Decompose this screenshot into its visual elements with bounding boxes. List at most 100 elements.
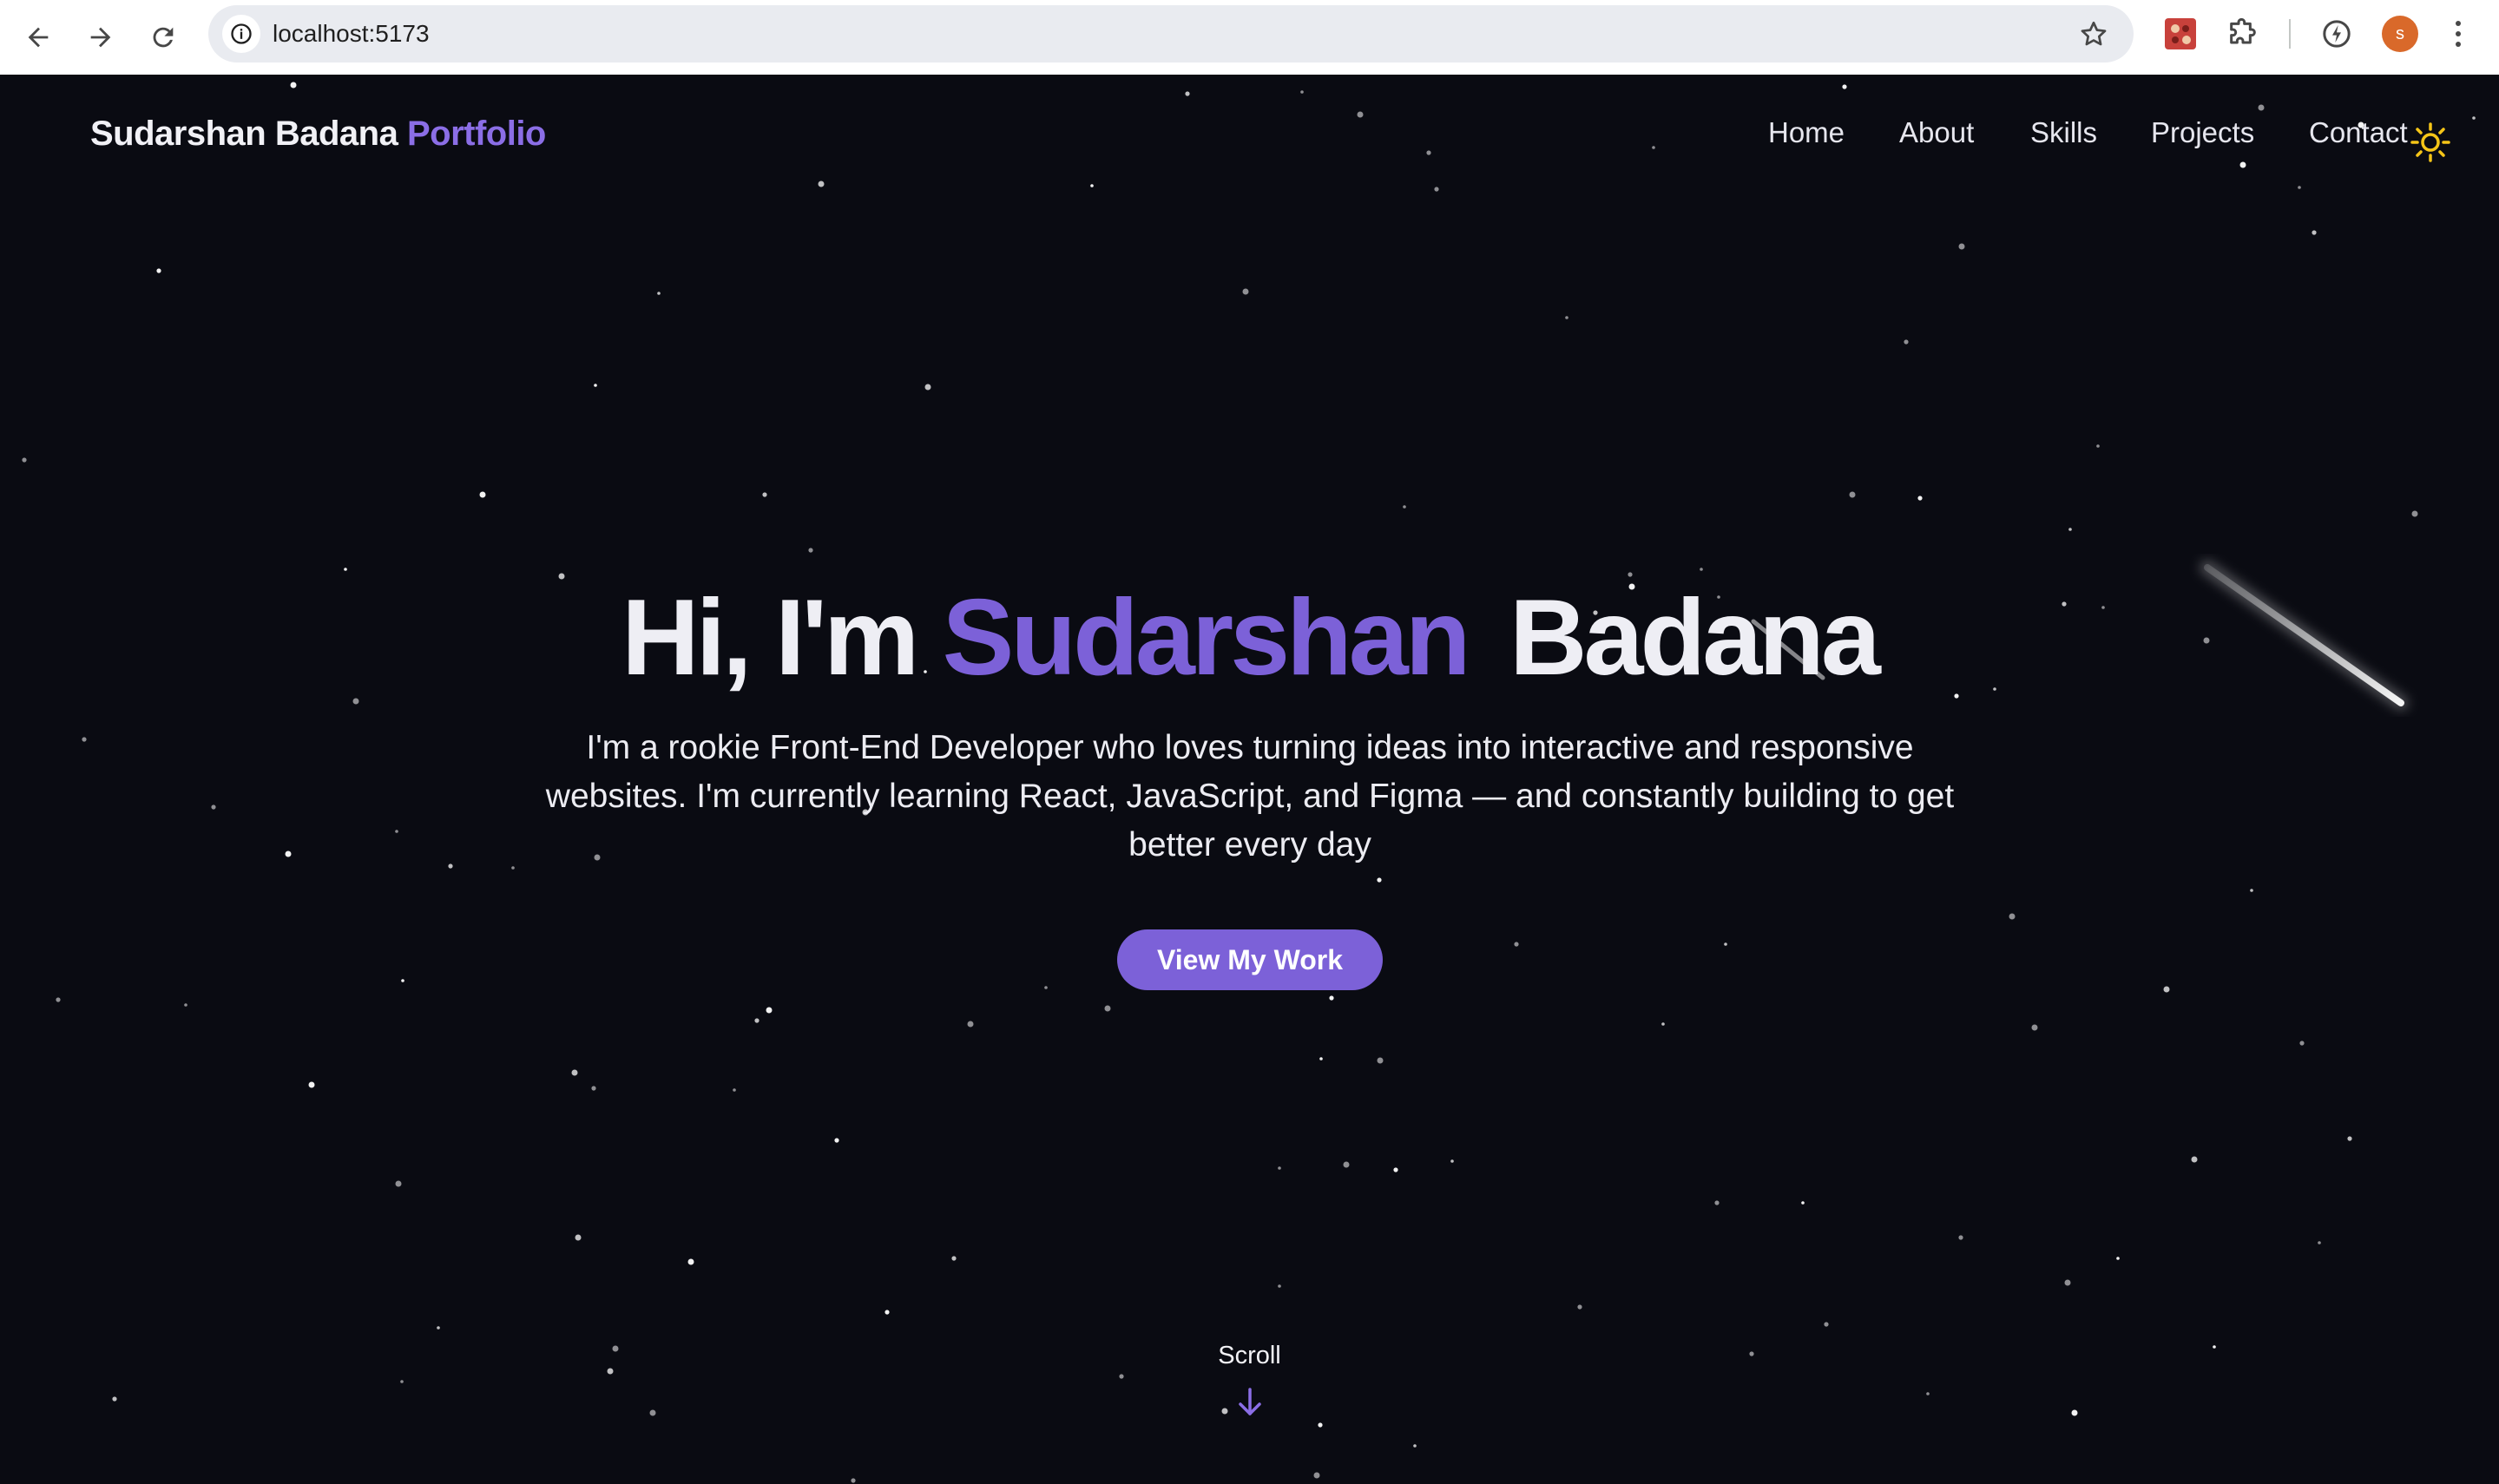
star-dot bbox=[1801, 1201, 1805, 1205]
star-dot bbox=[1724, 942, 1727, 946]
star-dot bbox=[1413, 1444, 1417, 1448]
star-dot bbox=[184, 1003, 187, 1007]
star-dot bbox=[2347, 1136, 2352, 1141]
hero-last-name: Badana bbox=[1509, 578, 1881, 698]
main-nav: Home About Skills Projects Contact bbox=[0, 116, 2499, 151]
extension-badge-icon bbox=[2165, 18, 2196, 49]
star-dot bbox=[1577, 1304, 1582, 1310]
star-dot bbox=[1917, 496, 1923, 501]
hero-first-name: Sudarshan bbox=[942, 578, 1471, 698]
extension-icon[interactable] bbox=[2163, 16, 2198, 51]
nav-home[interactable]: Home bbox=[1768, 116, 1845, 149]
star-dot bbox=[2009, 913, 2016, 920]
star-dot bbox=[1278, 1166, 1281, 1170]
kebab-icon[interactable] bbox=[2450, 15, 2467, 53]
star-dot bbox=[395, 830, 398, 833]
star-dot bbox=[1958, 1235, 1963, 1240]
star-dot bbox=[511, 866, 515, 870]
browser-toolbar: localhost:5173 s bbox=[0, 0, 2499, 75]
nav-about[interactable]: About bbox=[1899, 116, 1974, 149]
sun-icon[interactable] bbox=[2410, 121, 2451, 163]
star-dot bbox=[885, 1310, 890, 1315]
address-bar[interactable]: localhost:5173 bbox=[208, 5, 2134, 62]
lightning-icon bbox=[2323, 20, 2351, 48]
star-dot bbox=[448, 863, 453, 869]
star-icon[interactable] bbox=[2078, 18, 2109, 49]
reload-icon bbox=[153, 27, 174, 48]
star-dot bbox=[1514, 942, 1519, 947]
hero-description: I'm a rookie Front-End Developer who lov… bbox=[545, 729, 1955, 863]
star-dot bbox=[1319, 1057, 1323, 1060]
star-dot bbox=[1377, 1057, 1384, 1064]
star-dot bbox=[2031, 1024, 2038, 1031]
star-dot bbox=[1377, 877, 1382, 883]
site-info-button[interactable] bbox=[222, 15, 260, 53]
star-dot bbox=[401, 979, 404, 982]
arrow-right-icon bbox=[90, 27, 111, 48]
star-dot bbox=[834, 1138, 839, 1143]
star-dot bbox=[2096, 444, 2100, 448]
star-dot bbox=[924, 384, 931, 391]
star-dot bbox=[344, 568, 347, 571]
star-dot bbox=[733, 1088, 736, 1092]
star-dot bbox=[2318, 1241, 2321, 1244]
star-dot bbox=[2071, 1409, 2078, 1416]
star-dot bbox=[437, 1326, 440, 1330]
star-dot bbox=[395, 1180, 402, 1187]
star-dot bbox=[2191, 1156, 2198, 1163]
star-dot bbox=[687, 1258, 694, 1265]
star-dot bbox=[1329, 995, 1334, 1001]
star-dot bbox=[2116, 1257, 2120, 1260]
star-dot bbox=[22, 457, 27, 463]
toolbar-divider bbox=[2289, 19, 2291, 49]
star-dot bbox=[1318, 1422, 1323, 1428]
star-dot bbox=[1221, 1408, 1228, 1415]
star-dot bbox=[2250, 889, 2253, 892]
star-dot bbox=[1565, 316, 1568, 319]
star-dot bbox=[2299, 1041, 2305, 1046]
performance-button[interactable] bbox=[2319, 16, 2354, 51]
star-dot bbox=[285, 850, 292, 857]
view-my-work-button[interactable]: View My Work bbox=[1117, 929, 1383, 990]
hero-greeting: Hi, I'm bbox=[621, 578, 919, 698]
star-dot bbox=[211, 804, 216, 810]
reload-button[interactable] bbox=[139, 13, 187, 62]
star-dot bbox=[1393, 1167, 1398, 1172]
star-dot bbox=[82, 737, 87, 742]
site-header: Sudarshan Badana Portfolio Home About Sk… bbox=[0, 75, 2499, 196]
star-dot bbox=[2411, 510, 2418, 517]
star-dot bbox=[2163, 986, 2170, 993]
star-dot bbox=[2068, 528, 2072, 531]
puzzle-icon bbox=[2230, 17, 2256, 44]
star-dot bbox=[1958, 243, 1965, 250]
star-dot bbox=[766, 1007, 773, 1014]
star-dot bbox=[808, 548, 813, 553]
profile-avatar[interactable]: s bbox=[2382, 16, 2418, 52]
forward-button[interactable] bbox=[76, 13, 125, 62]
star-dot bbox=[1278, 1284, 1281, 1288]
star-dot bbox=[479, 491, 486, 498]
star-dot bbox=[951, 1256, 957, 1261]
star-dot bbox=[2312, 230, 2317, 235]
nav-projects[interactable]: Projects bbox=[2151, 116, 2254, 149]
star-dot bbox=[2064, 1279, 2071, 1286]
star-dot bbox=[649, 1409, 656, 1416]
star-dot bbox=[1343, 1161, 1350, 1168]
hero-heading: Hi, I'm Sudarshan Badana bbox=[0, 576, 2499, 699]
star-dot bbox=[1904, 339, 1909, 345]
extensions-button[interactable] bbox=[2226, 16, 2260, 51]
star-dot bbox=[1450, 1159, 1454, 1163]
star-dot bbox=[571, 1069, 578, 1076]
back-button[interactable] bbox=[14, 13, 62, 62]
nav-skills[interactable]: Skills bbox=[2030, 116, 2097, 149]
arrow-down-icon[interactable] bbox=[1236, 1387, 1264, 1418]
portfolio-page: Sudarshan Badana Portfolio Home About Sk… bbox=[0, 75, 2499, 1484]
star-dot bbox=[967, 1021, 974, 1028]
star-dot bbox=[156, 268, 161, 273]
star-dot bbox=[762, 492, 767, 497]
star-dot bbox=[1661, 1022, 1665, 1026]
scroll-label[interactable]: Scroll bbox=[0, 1342, 2499, 1370]
star-dot bbox=[1044, 986, 1048, 989]
url-text[interactable]: localhost:5173 bbox=[273, 5, 430, 62]
nav-contact[interactable]: Contact bbox=[2309, 116, 2408, 149]
